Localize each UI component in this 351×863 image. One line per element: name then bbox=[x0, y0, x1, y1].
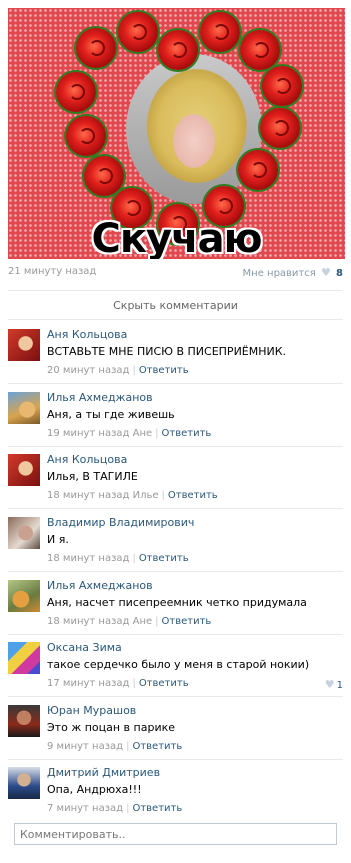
comment-item: Владимир Владимирович И я. 18 минут наза… bbox=[8, 509, 343, 572]
reply-link[interactable]: Ответить bbox=[139, 365, 189, 376]
avatar[interactable] bbox=[8, 454, 40, 486]
comment-input-box bbox=[14, 823, 337, 845]
comment-text: Аня, насчет писепреемник четко придумала bbox=[47, 596, 307, 609]
comment-text: Илья, В ТАГИЛЕ bbox=[47, 470, 138, 483]
comment-text: Аня, а ты где живешь bbox=[47, 408, 175, 421]
rose-decoration bbox=[66, 116, 106, 156]
reply-link[interactable]: Ответить bbox=[139, 678, 189, 689]
comment-author[interactable]: Дмитрий Дмитриев bbox=[47, 766, 160, 779]
reply-link[interactable]: Ответить bbox=[132, 741, 182, 752]
comment-time[interactable]: 18 минут назад bbox=[47, 553, 129, 564]
post-time[interactable]: 21 минуту назад bbox=[8, 266, 96, 277]
comment-time[interactable]: 9 минут назад bbox=[47, 741, 123, 752]
avatar[interactable] bbox=[8, 329, 40, 361]
rose-decoration bbox=[200, 12, 240, 52]
comment-meta: 18 минут назад Ане | Ответить bbox=[47, 616, 212, 627]
comment-meta: 17 минут назад | Ответить bbox=[47, 678, 189, 689]
comment-item: Аня Кольцова ВСТАВЬТЕ МНЕ ПИСЮ В ПИСЕПРИ… bbox=[8, 321, 343, 384]
comment-time[interactable]: 18 минут назад Илье bbox=[47, 490, 159, 501]
comment-text: ВСТАВЬТЕ МНЕ ПИСЮ В ПИСЕПРИЁМНИК. bbox=[47, 345, 287, 358]
hide-comments-link[interactable]: Скрыть комментарии bbox=[8, 290, 343, 320]
rose-decoration bbox=[56, 72, 96, 112]
comment-meta: 9 минут назад | Ответить bbox=[47, 741, 183, 752]
photo-caption: Скучаю bbox=[91, 216, 263, 259]
comment-time[interactable]: 17 минут назад bbox=[47, 678, 129, 689]
avatar[interactable] bbox=[8, 392, 40, 424]
comment-text: Опа, Андрюха!!! bbox=[47, 783, 142, 796]
comment-time[interactable]: 7 минут назад bbox=[47, 803, 123, 814]
rose-decoration bbox=[84, 156, 124, 196]
reply-link[interactable]: Ответить bbox=[162, 428, 212, 439]
comment-text: такое сердечко было у меня в старой ноки… bbox=[47, 658, 310, 671]
comment-item: Илья Ахмеджанов Аня, насчет писепреемник… bbox=[8, 572, 343, 635]
comment-author[interactable]: Владимир Владимирович bbox=[47, 516, 194, 529]
reply-link[interactable]: Ответить bbox=[168, 490, 218, 501]
comment-item: Илья Ахмеджанов Аня, а ты где живешь 19 … bbox=[8, 384, 343, 447]
comment-author[interactable]: Аня Кольцова bbox=[47, 453, 127, 466]
post-photo[interactable]: Скучаю bbox=[8, 8, 345, 259]
comment-author[interactable]: Юран Мурашов bbox=[47, 704, 136, 717]
comment-meta: 18 минут назад Илье | Ответить bbox=[47, 490, 218, 501]
comment-author[interactable]: Илья Ахмеджанов bbox=[47, 391, 153, 404]
post-meta: 21 минуту назад Мне нравится ♥ 8 bbox=[8, 266, 343, 280]
comment-meta: 7 минут назад | Ответить bbox=[47, 803, 183, 814]
comment-item: Дмитрий Дмитриев Опа, Андрюха!!! 7 минут… bbox=[8, 759, 343, 821]
like-count: 8 bbox=[336, 268, 343, 279]
rose-decoration bbox=[240, 30, 280, 70]
heart-icon: ♥ bbox=[320, 266, 331, 279]
comment-item: Юран Мурашов Это ж поцан в парике 9 мину… bbox=[8, 697, 343, 760]
comment-like-count: 1 bbox=[336, 680, 343, 691]
rose-decoration bbox=[76, 28, 116, 68]
like-button[interactable]: Мне нравится ♥ 8 bbox=[243, 266, 343, 279]
comment-meta: 18 минут назад | Ответить bbox=[47, 553, 189, 564]
avatar[interactable] bbox=[8, 767, 40, 799]
rose-decoration bbox=[260, 108, 300, 148]
comment-item: Оксана Зима такое сердечко было у меня в… bbox=[8, 634, 343, 697]
comment-time[interactable]: 19 минут назад Ане bbox=[47, 428, 152, 439]
rose-decoration bbox=[158, 30, 198, 70]
comment-meta: 19 минут назад Ане | Ответить bbox=[47, 428, 212, 439]
comment-like-button[interactable]: ♥ 1 bbox=[323, 678, 343, 691]
like-label: Мне нравится bbox=[242, 268, 316, 279]
rose-decoration bbox=[262, 66, 302, 106]
comment-author[interactable]: Илья Ахмеджанов bbox=[47, 579, 153, 592]
reply-link[interactable]: Ответить bbox=[139, 553, 189, 564]
rose-decoration bbox=[118, 12, 158, 52]
comment-text: И я. bbox=[47, 533, 69, 546]
comment-meta: 20 минут назад | Ответить bbox=[47, 365, 189, 376]
comment-input[interactable] bbox=[15, 824, 336, 844]
comment-time[interactable]: 20 минут назад bbox=[47, 365, 129, 376]
comment-time[interactable]: 18 минут назад Ане bbox=[47, 616, 152, 627]
avatar[interactable] bbox=[8, 642, 40, 674]
heart-icon: ♥ bbox=[324, 678, 335, 691]
comment-item: Аня Кольцова Илья, В ТАГИЛЕ 18 минут наз… bbox=[8, 446, 343, 509]
avatar[interactable] bbox=[8, 517, 40, 549]
comment-text: Это ж поцан в парике bbox=[47, 721, 176, 734]
comment-author[interactable]: Оксана Зима bbox=[47, 641, 122, 654]
comment-author[interactable]: Аня Кольцова bbox=[47, 328, 127, 341]
reply-link[interactable]: Ответить bbox=[132, 803, 182, 814]
reply-link[interactable]: Ответить bbox=[162, 616, 212, 627]
avatar[interactable] bbox=[8, 705, 40, 737]
rose-decoration bbox=[238, 150, 278, 190]
avatar[interactable] bbox=[8, 580, 40, 612]
